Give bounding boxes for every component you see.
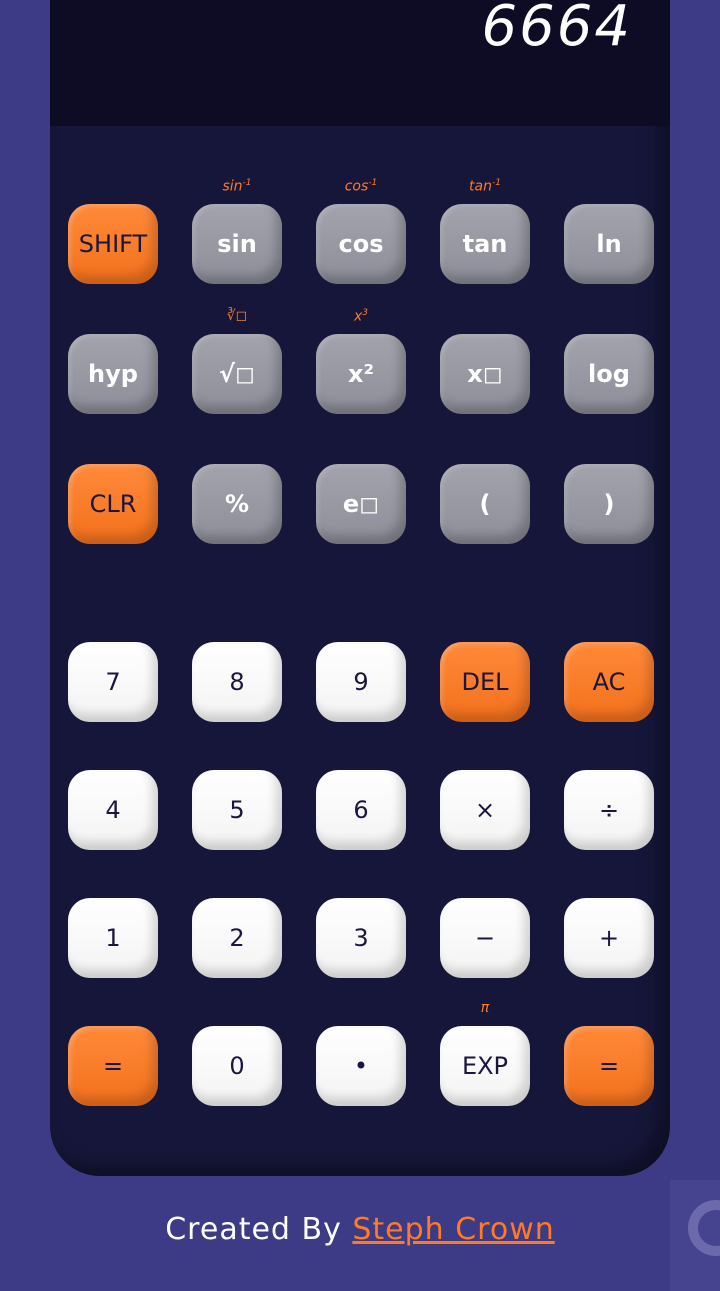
key-label: e◻ <box>342 490 380 518</box>
shift-label-text: ∛◻ <box>226 308 248 324</box>
key-label: ( <box>479 490 491 518</box>
clr-button[interactable]: CLR <box>68 464 158 544</box>
key-label: EXP <box>461 1052 509 1080</box>
shift-label-text: π <box>480 1000 490 1016</box>
key-label: 6 <box>353 796 369 824</box>
digit-2-button[interactable]: 2 <box>192 898 282 978</box>
key-label: sin <box>217 230 257 258</box>
key-label: cos <box>338 230 384 258</box>
key-label: 0 <box>229 1052 245 1080</box>
digit-5-button[interactable]: 5 <box>192 770 282 850</box>
square-button[interactable]: x² <box>316 334 406 414</box>
exp-button[interactable]: EXP <box>440 1026 530 1106</box>
footer-credit: Created By Steph Crown <box>0 1212 720 1247</box>
key-label: ln <box>596 230 622 258</box>
corner-logo-icon <box>670 1180 720 1291</box>
shift-label: tan-1 <box>440 178 530 195</box>
del-button[interactable]: DEL <box>440 642 530 722</box>
ac-button[interactable]: AC <box>564 642 654 722</box>
key-label: = <box>598 1052 620 1080</box>
author-link[interactable]: Steph Crown <box>352 1212 554 1247</box>
key-label: SHIFT <box>78 230 148 258</box>
key-label: ÷ <box>598 796 620 824</box>
equals-button[interactable]: = <box>564 1026 654 1106</box>
open-paren-button[interactable]: ( <box>440 464 530 544</box>
key-label: √◻ <box>219 360 255 388</box>
divide-button[interactable]: ÷ <box>564 770 654 850</box>
key-label: AC <box>592 668 626 696</box>
exp-e-button[interactable]: e◻ <box>316 464 406 544</box>
digit-7-button[interactable]: 7 <box>68 642 158 722</box>
percent-button[interactable]: % <box>192 464 282 544</box>
key-label: + <box>598 924 620 952</box>
shift-label-sup: -1 <box>491 178 501 188</box>
shift-label-text: sin <box>222 178 243 195</box>
digit-3-button[interactable]: 3 <box>316 898 406 978</box>
plus-button[interactable]: + <box>564 898 654 978</box>
shift-button[interactable]: SHIFT <box>68 204 158 284</box>
key-label: tan <box>462 230 508 258</box>
ring-icon <box>688 1200 720 1256</box>
footer-prefix: Created By <box>165 1212 353 1247</box>
ln-button[interactable]: ln <box>564 204 654 284</box>
cos-button[interactable]: cos <box>316 204 406 284</box>
key-label: × <box>474 796 496 824</box>
key-label: x² <box>348 360 374 388</box>
key-label: log <box>588 360 630 388</box>
log-button[interactable]: log <box>564 334 654 414</box>
key-label: DEL <box>461 668 509 696</box>
display-value: 6664 <box>481 0 632 59</box>
digit-8-button[interactable]: 8 <box>192 642 282 722</box>
key-label: = <box>102 1052 124 1080</box>
key-label: • <box>353 1052 369 1080</box>
key-label: 5 <box>229 796 245 824</box>
multiply-button[interactable]: × <box>440 770 530 850</box>
key-label: x◻ <box>467 360 503 388</box>
digit-0-button[interactable]: 0 <box>192 1026 282 1106</box>
shift-label: cos-1 <box>316 178 406 195</box>
shift-label-sup: -1 <box>368 178 378 188</box>
shift-label: π <box>440 1000 530 1016</box>
key-label: 7 <box>105 668 121 696</box>
shift-label: ∛◻ <box>192 308 282 324</box>
key-label: ) <box>603 490 615 518</box>
power-button[interactable]: x◻ <box>440 334 530 414</box>
key-label: 4 <box>105 796 121 824</box>
decimal-button[interactable]: • <box>316 1026 406 1106</box>
digit-9-button[interactable]: 9 <box>316 642 406 722</box>
close-paren-button[interactable]: ) <box>564 464 654 544</box>
hyp-button[interactable]: hyp <box>68 334 158 414</box>
sin-button[interactable]: sin <box>192 204 282 284</box>
digit-6-button[interactable]: 6 <box>316 770 406 850</box>
digit-4-button[interactable]: 4 <box>68 770 158 850</box>
tan-button[interactable]: tan <box>440 204 530 284</box>
shift-label-text: cos <box>344 178 369 195</box>
key-label: 1 <box>105 924 121 952</box>
key-label: hyp <box>88 360 138 388</box>
key-label: 2 <box>229 924 245 952</box>
key-label: 8 <box>229 668 245 696</box>
shift-label: sin-1 <box>192 178 282 195</box>
shift-label-sup: 3 <box>362 308 369 318</box>
key-label: % <box>224 490 250 518</box>
shift-label-text: tan <box>469 178 492 195</box>
shift-label-sup: -1 <box>242 178 252 188</box>
key-label: 3 <box>353 924 369 952</box>
calculator-body: 6664 SHIFT sin sin-1 cos cos-1 tan tan-1 ln hyp √… <box>50 0 670 1176</box>
sqrt-button[interactable]: √◻ <box>192 334 282 414</box>
key-label: 9 <box>353 668 369 696</box>
display-screen: 6664 <box>50 0 670 126</box>
key-label: CLR <box>89 490 137 518</box>
digit-1-button[interactable]: 1 <box>68 898 158 978</box>
equals-left-button[interactable]: = <box>68 1026 158 1106</box>
shift-label: x3 <box>316 308 406 325</box>
minus-button[interactable]: − <box>440 898 530 978</box>
key-label: − <box>474 924 496 952</box>
